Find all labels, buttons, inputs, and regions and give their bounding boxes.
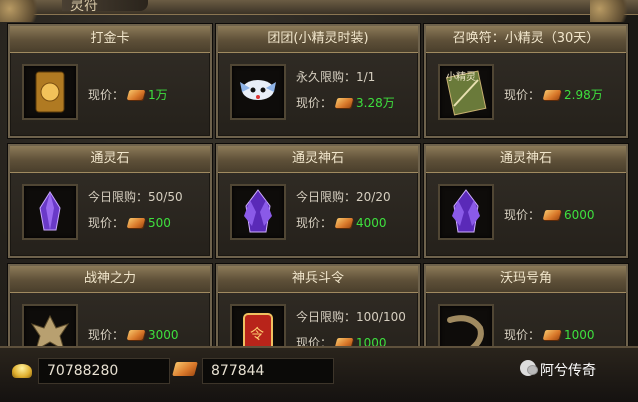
limit-text: 今日限购：20/20 — [296, 190, 391, 204]
item-card-4[interactable]: 通灵神石 今日限购：20/20 现价： 4000 — [216, 144, 420, 258]
price-row: 现价： 4000 — [296, 214, 387, 231]
price-label: 现价： — [504, 208, 541, 222]
gold-card-icon[interactable] — [22, 64, 78, 120]
limit-text: 永久限购：1/1 — [296, 70, 376, 84]
price-value: 3000 — [148, 328, 179, 342]
gold-bar-icon — [542, 90, 562, 100]
shop-panel: 灵符 打金卡 现价： 1万 团团(小精灵时装) 永久限购：1/1 现价： 3.28万… — [0, 0, 638, 402]
divine-stone-icon[interactable] — [230, 184, 286, 240]
price-value: 6000 — [564, 208, 595, 222]
gold-bar-icon — [126, 90, 146, 100]
price-row: 现价： 1000 — [504, 326, 595, 343]
gold-bar-icon — [126, 330, 146, 340]
price-row: 现价： 500 — [88, 214, 171, 231]
corner-ornament-left — [0, 0, 48, 22]
price-label: 现价： — [504, 88, 541, 102]
ingot-amount: 70788280 — [38, 358, 170, 384]
gold-bar-icon — [542, 210, 562, 220]
item-card-0[interactable]: 打金卡 现价： 1万 — [8, 24, 212, 138]
item-card-1[interactable]: 团团(小精灵时装) 永久限购：1/1 现价： 3.28万 — [216, 24, 420, 138]
fairy-outfit-icon[interactable] — [230, 64, 286, 120]
price-label: 现价： — [88, 216, 125, 230]
price-value: 500 — [148, 216, 171, 230]
spirit-stone-icon[interactable] — [22, 184, 78, 240]
price-row: 现价： 3000 — [88, 326, 179, 343]
item-name: 通灵神石 — [426, 146, 626, 173]
item-name: 召唤符：小精灵（30天） — [426, 26, 626, 53]
gold-bar-icon — [542, 330, 562, 340]
price-label: 现价： — [88, 328, 125, 342]
price-label: 现价： — [504, 328, 541, 342]
price-row: 现价： 3.28万 — [296, 94, 395, 111]
gold-amount: 877844 — [202, 358, 334, 384]
item-card-5[interactable]: 通灵神石 现价： 6000 — [424, 144, 628, 258]
price-value: 2.98万 — [564, 88, 603, 102]
summon-scroll-icon[interactable]: 小精灵 — [438, 64, 494, 120]
item-name: 通灵石 — [10, 146, 210, 173]
divine-stone-icon[interactable] — [438, 184, 494, 240]
price-row: 现价： 1万 — [88, 86, 168, 103]
limit-text: 今日限购：100/100 — [296, 310, 406, 324]
limit-text: 今日限购：50/50 — [88, 190, 183, 204]
gold-bar-icon — [126, 218, 146, 228]
price-label: 现价： — [88, 88, 125, 102]
gold-icon — [172, 362, 198, 376]
ingot-icon — [12, 364, 32, 378]
item-name: 沃玛号角 — [426, 266, 626, 293]
item-name: 团团(小精灵时装) — [218, 26, 418, 53]
price-label: 现价： — [296, 216, 333, 230]
scroll-label: 小精灵 — [446, 72, 476, 83]
item-card-2[interactable]: 召唤符：小精灵（30天） 小精灵 现价： 2.98万 — [424, 24, 628, 138]
corner-ornament-right — [590, 0, 638, 22]
item-name: 战神之力 — [10, 266, 210, 293]
item-name: 打金卡 — [10, 26, 210, 53]
watermark-text: 阿兮传奇 — [540, 363, 596, 379]
gold-bar-icon — [334, 98, 354, 108]
price-row: 现价： 6000 — [504, 206, 595, 223]
item-card-3[interactable]: 通灵石 今日限购：50/50 现价： 500 — [8, 144, 212, 258]
item-name: 神兵斗令 — [218, 266, 418, 293]
price-value: 3.28万 — [356, 96, 395, 110]
price-label: 现价： — [296, 96, 333, 110]
wechat-icon — [520, 360, 538, 376]
item-name: 通灵神石 — [218, 146, 418, 173]
price-value: 1万 — [148, 88, 168, 102]
token-label: 令 — [250, 327, 264, 343]
tab-title[interactable]: 灵符 — [62, 0, 148, 14]
gold-bar-icon — [334, 218, 354, 228]
price-row: 现价： 2.98万 — [504, 86, 603, 103]
price-value: 1000 — [564, 328, 595, 342]
price-value: 4000 — [356, 216, 387, 230]
